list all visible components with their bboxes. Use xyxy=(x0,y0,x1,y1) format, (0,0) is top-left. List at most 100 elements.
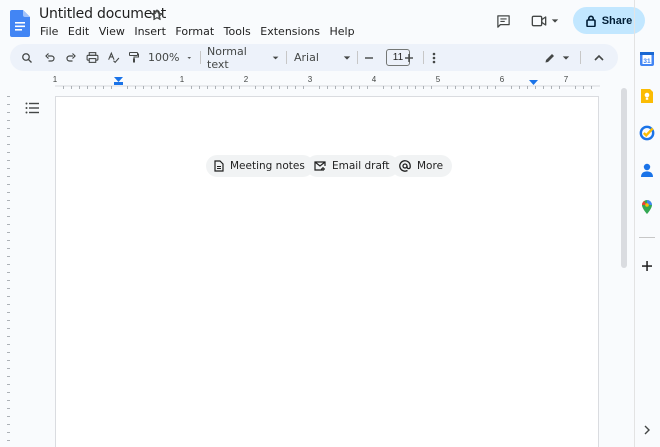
ruler-tick xyxy=(7,320,10,321)
side-panel-separator xyxy=(639,237,655,238)
ruler-label: 7 xyxy=(564,75,569,84)
ruler-label: 4 xyxy=(372,75,377,84)
redo-button[interactable] xyxy=(62,44,80,71)
left-indent-marker[interactable] xyxy=(114,77,123,82)
toolbar-divider xyxy=(286,51,287,64)
minus-icon xyxy=(365,56,373,59)
search-icon xyxy=(22,52,32,63)
maps-icon[interactable] xyxy=(639,199,655,215)
print-button[interactable] xyxy=(83,44,101,71)
ruler-tick xyxy=(591,86,592,89)
ruler-tick xyxy=(7,144,10,145)
ruler-tick xyxy=(455,86,456,89)
tasks-icon[interactable] xyxy=(639,125,655,141)
zoom-select[interactable]: 100% xyxy=(148,44,192,71)
ruler-tick xyxy=(487,86,488,89)
ruler-tick xyxy=(7,288,10,289)
ruler-tick xyxy=(7,96,10,97)
ruler-tick xyxy=(543,86,544,89)
hide-menus-button[interactable] xyxy=(591,44,607,71)
meeting-notes-chip[interactable]: Meeting notes xyxy=(206,155,314,177)
ruler-tick xyxy=(71,86,72,89)
email-draft-chip[interactable]: Email draft xyxy=(306,155,399,177)
chevron-down-icon xyxy=(187,56,192,59)
document-page[interactable] xyxy=(55,96,599,447)
ruler-tick xyxy=(7,192,10,193)
ruler-tick xyxy=(423,86,424,89)
menu-help[interactable]: Help xyxy=(330,24,355,39)
menu-insert[interactable]: Insert xyxy=(134,24,166,39)
ruler-tick xyxy=(7,280,10,281)
star-icon[interactable] xyxy=(150,8,164,22)
right-indent-marker[interactable] xyxy=(529,80,538,85)
add-icon[interactable] xyxy=(639,258,655,274)
ruler-tick xyxy=(7,200,10,201)
ruler-tick xyxy=(415,86,416,89)
ruler-tick xyxy=(7,304,10,305)
paragraph-style-select[interactable]: Normal text xyxy=(207,44,279,71)
chevron-down-icon xyxy=(551,19,559,23)
paint-format-button[interactable] xyxy=(125,44,143,71)
menu-extensions[interactable]: Extensions xyxy=(260,24,320,39)
menu-view[interactable]: View xyxy=(99,24,125,39)
increase-font-size-button[interactable] xyxy=(402,44,416,71)
pencil-icon xyxy=(545,53,554,62)
ruler-tick xyxy=(7,336,10,337)
paragraph-style-value: Normal text xyxy=(207,44,247,71)
ruler-tick xyxy=(135,86,136,89)
ruler-tick xyxy=(7,384,10,385)
more-chip[interactable]: More xyxy=(391,155,453,177)
search-menus-button[interactable] xyxy=(18,44,36,71)
keep-icon[interactable] xyxy=(639,88,655,104)
ruler-tick xyxy=(7,408,10,409)
comments-button[interactable] xyxy=(494,12,512,30)
decrease-font-size-button[interactable] xyxy=(362,44,376,71)
menu-file[interactable]: File xyxy=(40,24,58,39)
chevron-right-icon[interactable] xyxy=(639,422,655,438)
ruler-tick xyxy=(239,86,240,89)
ruler-tick xyxy=(7,368,10,369)
ruler-tick xyxy=(295,86,296,89)
horizontal-ruler[interactable]: 1 1 2 3 4 5 6 7 xyxy=(0,73,620,91)
editing-mode-button[interactable] xyxy=(542,44,572,71)
ruler-tick xyxy=(7,272,10,273)
menu-format[interactable]: Format xyxy=(175,24,214,39)
ruler-tick xyxy=(79,86,80,89)
vertical-scrollbar[interactable] xyxy=(621,88,627,268)
ruler-tick xyxy=(399,86,400,89)
ruler-tick xyxy=(255,86,256,89)
calendar-icon[interactable]: 31 xyxy=(639,51,655,67)
meet-button[interactable] xyxy=(529,12,561,30)
document-title[interactable]: Untitled document xyxy=(39,6,166,22)
ruler-tick xyxy=(407,86,408,89)
ruler-tick xyxy=(7,136,10,137)
font-family-value: Arial xyxy=(294,51,319,64)
svg-text:31: 31 xyxy=(643,58,651,65)
undo-button[interactable] xyxy=(41,44,59,71)
ruler-tick xyxy=(447,86,448,89)
ruler-tick xyxy=(103,86,104,89)
ruler-tick xyxy=(535,86,536,89)
ruler-tick xyxy=(7,264,10,265)
vertical-ruler[interactable] xyxy=(0,91,12,447)
ruler-tick xyxy=(7,376,10,377)
docs-logo-icon[interactable] xyxy=(10,10,30,37)
first-line-indent-marker[interactable] xyxy=(114,82,123,85)
ruler-tick xyxy=(167,86,168,89)
ruler-tick xyxy=(95,86,96,89)
chevron-down-icon xyxy=(272,56,279,59)
ruler-tick xyxy=(7,352,10,353)
more-options-button[interactable] xyxy=(427,44,441,71)
ruler-tick xyxy=(7,392,10,393)
ruler-tick xyxy=(7,168,10,169)
spellcheck-button[interactable] xyxy=(104,44,122,71)
font-family-select[interactable]: Arial xyxy=(294,44,354,71)
toolbar-divider xyxy=(200,51,201,64)
menu-edit[interactable]: Edit xyxy=(68,24,89,39)
ruler-tick xyxy=(207,86,208,89)
ruler-tick xyxy=(575,86,576,89)
document-outline-icon[interactable] xyxy=(25,101,39,115)
contacts-icon[interactable] xyxy=(639,162,655,178)
menu-tools[interactable]: Tools xyxy=(224,24,251,39)
ruler-tick xyxy=(319,86,320,89)
